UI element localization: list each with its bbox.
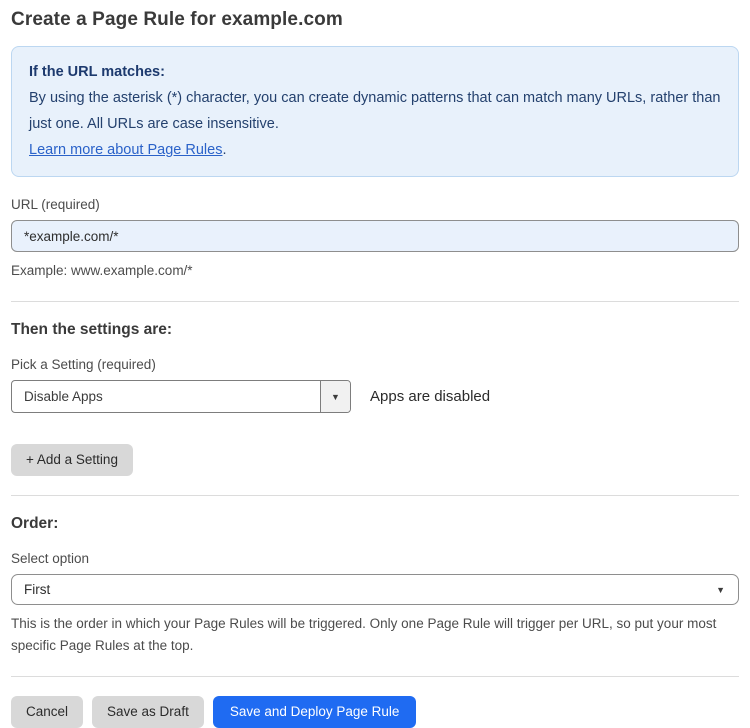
save-as-draft-button[interactable]: Save as Draft — [92, 696, 204, 728]
divider — [11, 676, 739, 677]
order-section-heading: Order: — [11, 515, 59, 532]
link-suffix: . — [222, 142, 227, 158]
url-match-info-box: If the URL matches: By using the asteris… — [11, 46, 739, 177]
add-setting-button[interactable]: + Add a Setting — [11, 444, 133, 476]
url-field-label: URL (required) — [11, 197, 100, 212]
page-title: Create a Page Rule for example.com — [11, 9, 343, 30]
chevron-down-icon: ▼ — [331, 391, 340, 402]
settings-section-heading: Then the settings are: — [11, 321, 173, 338]
page-rule-form: Create a Page Rule for example.com If th… — [0, 0, 750, 728]
url-input[interactable] — [11, 220, 739, 252]
info-box-body: By using the asterisk (*) character, you… — [29, 85, 721, 163]
footer-actions: Cancel Save as Draft Save and Deploy Pag… — [11, 696, 739, 728]
learn-more-link[interactable]: Learn more about Page Rules — [29, 142, 222, 158]
order-select-value: First — [24, 582, 51, 597]
order-select-label: Select option — [11, 551, 90, 566]
order-select[interactable]: First ▼ — [11, 574, 739, 605]
order-helper-text: This is the order in which your Page Rul… — [11, 616, 717, 653]
setting-picker-row: Disable Apps ▼ Apps are disabled — [11, 380, 739, 413]
setting-status-text: Apps are disabled — [370, 388, 491, 405]
divider — [11, 301, 739, 302]
info-box-heading: If the URL matches: — [29, 64, 165, 80]
setting-dropdown[interactable]: Disable Apps ▼ — [11, 380, 351, 413]
setting-dropdown-button[interactable]: ▼ — [320, 381, 350, 412]
setting-dropdown-value: Disable Apps — [24, 389, 103, 404]
url-example-helper: Example: www.example.com/* — [11, 263, 193, 278]
pick-setting-label: Pick a Setting (required) — [11, 357, 156, 372]
cancel-button[interactable]: Cancel — [11, 696, 84, 728]
chevron-down-icon: ▼ — [716, 584, 725, 595]
info-box-body-text: By using the asterisk (*) character, you… — [29, 90, 721, 132]
divider — [11, 495, 739, 496]
save-and-deploy-button[interactable]: Save and Deploy Page Rule — [212, 696, 417, 728]
